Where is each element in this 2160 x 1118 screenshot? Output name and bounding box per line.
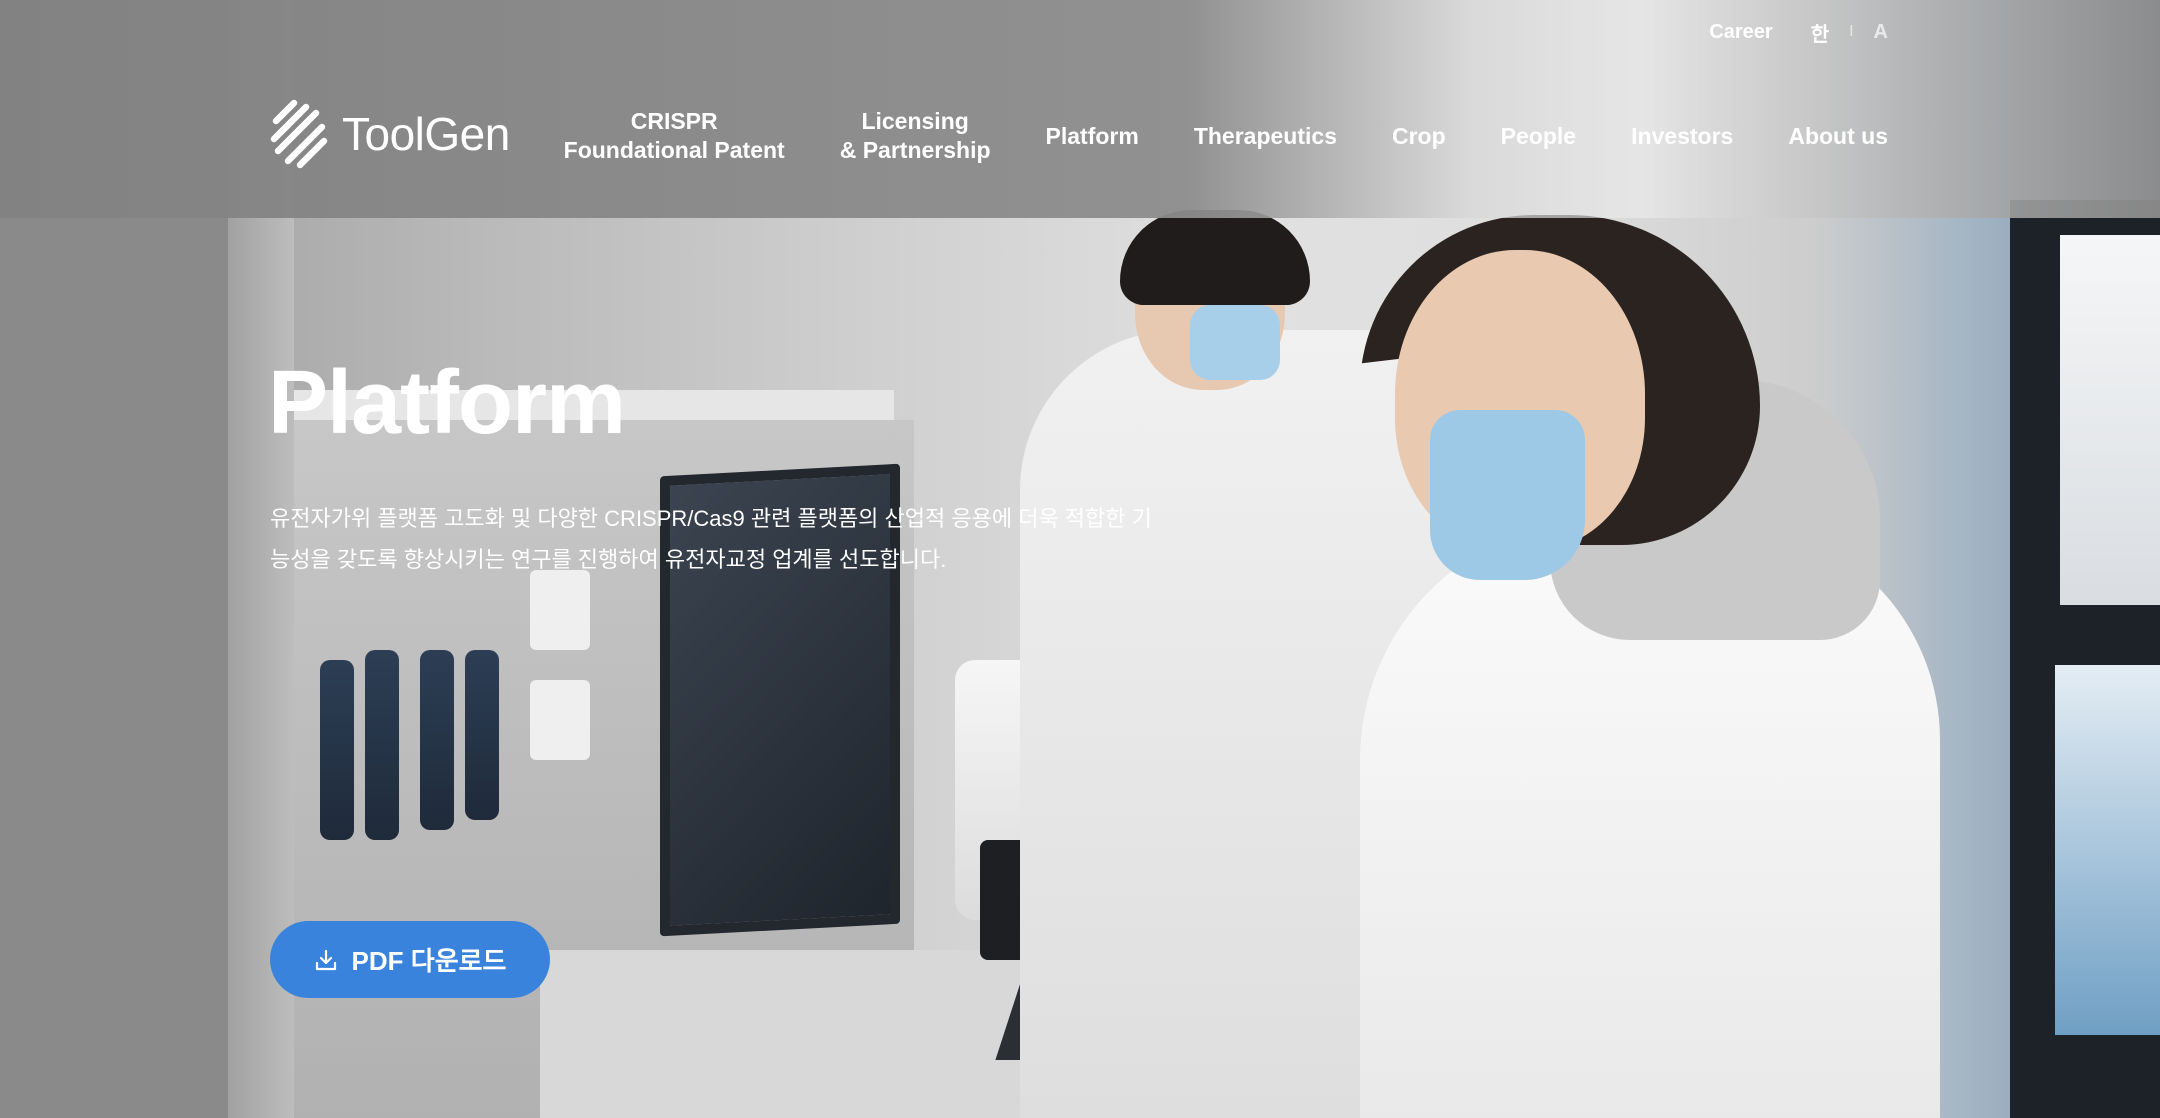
window-glass: [2055, 665, 2160, 1035]
hero-description-line: 유전자가위 플랫폼 고도화 및 다양한 CRISPR/Cas9 관련 플랫폼의 …: [270, 506, 1152, 531]
nav-label: & Partnership: [839, 137, 991, 163]
researcher-front-mask: [1430, 410, 1585, 580]
pipette: [365, 650, 399, 840]
hero-description-line: 능성을 갖도록 향상시키는 연구를 진행하여 유전자교정 업계를 선도합니다.: [270, 547, 947, 572]
pipette: [420, 650, 454, 830]
toolgen-logo[interactable]: ToolGen: [270, 98, 510, 170]
lang-separator: I: [1849, 23, 1854, 40]
download-icon: [315, 949, 336, 970]
hero-description: 유전자가위 플랫폼 고도화 및 다양한 CRISPR/Cas9 관련 플랫폼의 …: [270, 498, 1170, 580]
nav-licensing-partnership[interactable]: Licensing & Partnership: [840, 107, 991, 165]
window-glass: [2060, 235, 2160, 605]
nav-crispr-foundational-patent[interactable]: CRISPR Foundational Patent: [564, 107, 785, 165]
pdf-download-label: PDF 다운로드: [351, 946, 507, 976]
toolgen-logo-icon: [270, 99, 328, 169]
power-outlet: [530, 570, 590, 650]
pipette: [465, 650, 499, 820]
power-outlet: [530, 680, 590, 760]
nav-platform[interactable]: Platform: [1046, 122, 1139, 151]
nav-label: CRISPR: [630, 108, 718, 134]
site-header: Career 한 I A ToolGen CRISPR Foundational…: [0, 0, 2160, 218]
pipette: [320, 660, 354, 840]
nav-label: Foundational Patent: [563, 137, 785, 163]
nav-people[interactable]: People: [1501, 122, 1576, 151]
nav-crop[interactable]: Crop: [1392, 122, 1446, 151]
researcher-back-hair: [1120, 210, 1310, 305]
nav-label: Licensing: [861, 108, 969, 134]
page-title: Platform: [268, 353, 626, 453]
career-link[interactable]: Career: [1709, 21, 1772, 44]
main-nav: CRISPR Foundational Patent Licensing & P…: [564, 104, 1888, 168]
nav-about-us[interactable]: About us: [1788, 122, 1888, 151]
lang-english-link[interactable]: A: [1874, 21, 1888, 44]
nav-investors[interactable]: Investors: [1631, 122, 1733, 151]
pdf-download-button[interactable]: PDF 다운로드: [270, 921, 550, 998]
nav-therapeutics[interactable]: Therapeutics: [1194, 122, 1337, 151]
lang-korean-link[interactable]: 한: [1811, 18, 1829, 47]
utility-nav: Career 한 I A: [1709, 18, 1888, 46]
researcher-back-mask: [1190, 305, 1280, 380]
logo-text: ToolGen: [342, 108, 510, 160]
